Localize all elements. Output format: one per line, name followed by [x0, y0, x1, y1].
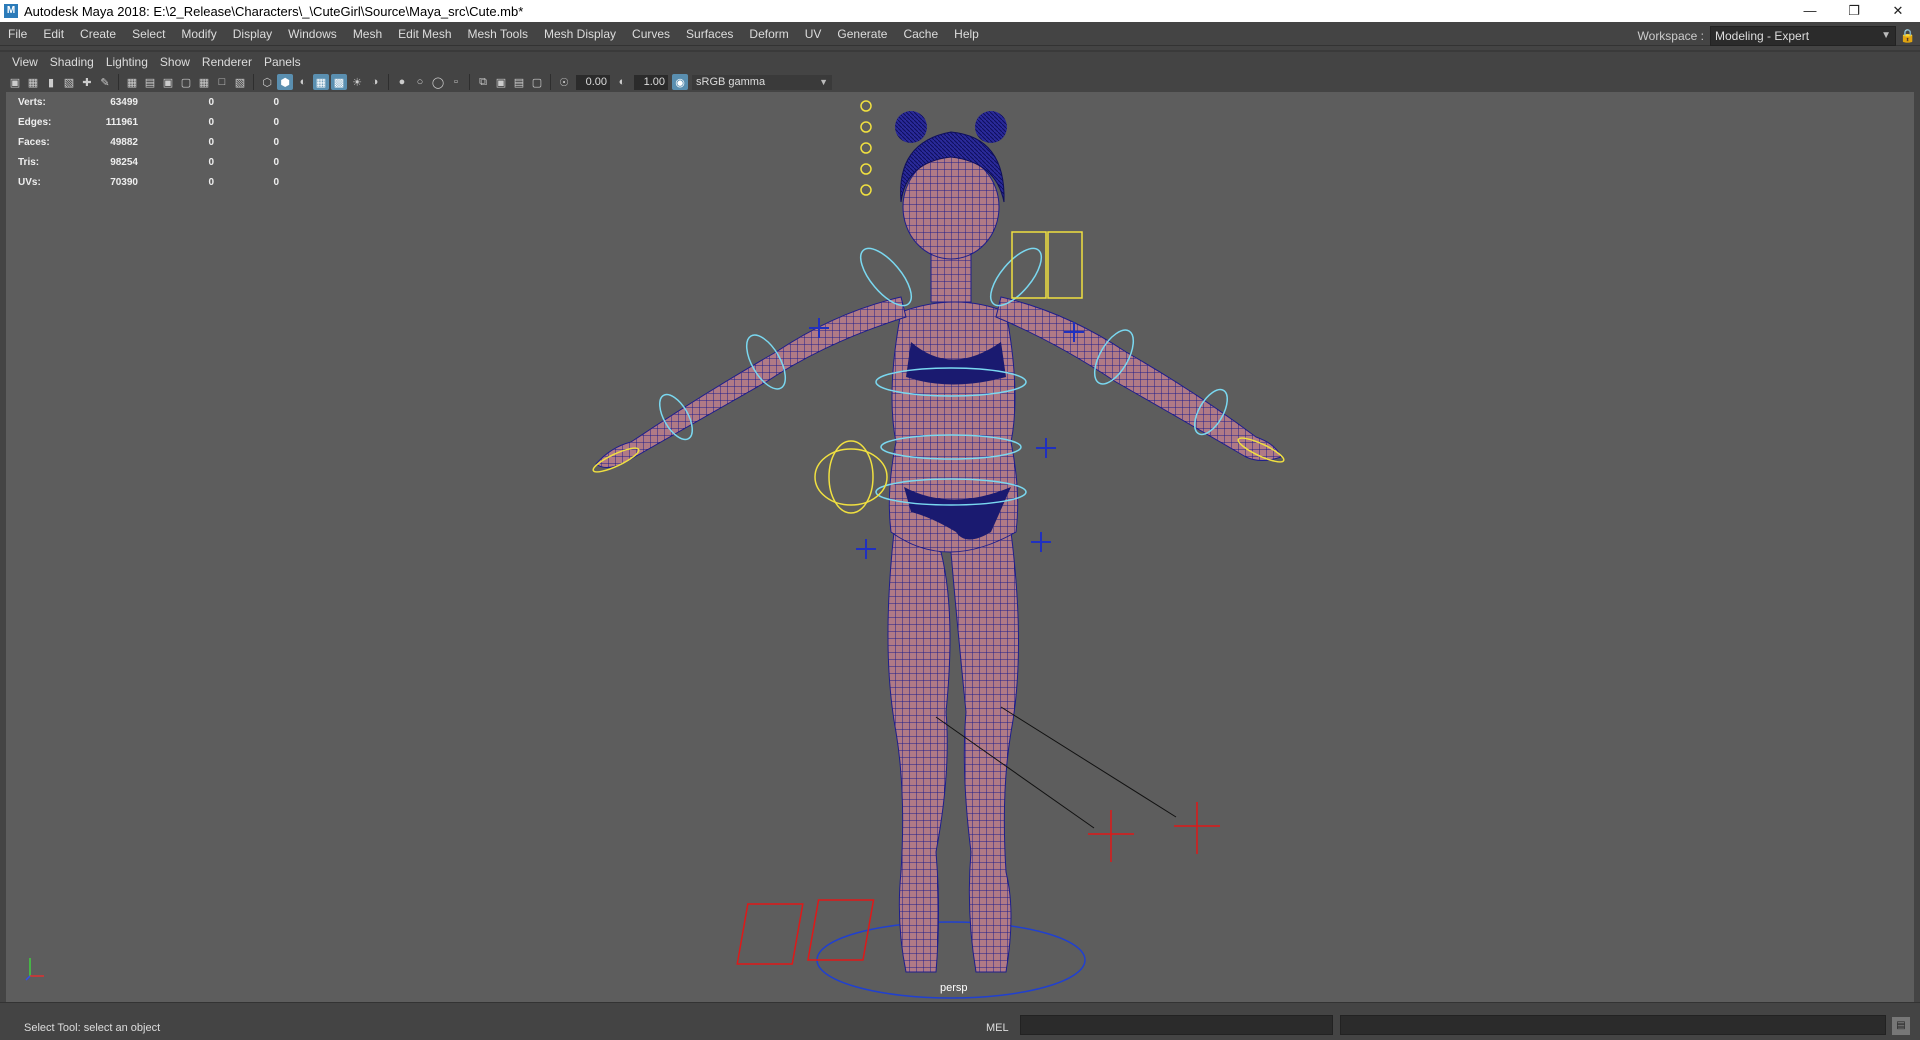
axis-gizmo [25, 958, 44, 981]
shadows-icon[interactable]: ◑ [367, 74, 383, 90]
mel-toggle-button[interactable]: MEL [986, 1022, 1009, 1034]
grid-icon[interactable]: ▦ [124, 74, 140, 90]
command-line-bar: Select Tool: select an object MEL ▤ [0, 1002, 1920, 1040]
lock-icon[interactable]: 🔒 [1896, 28, 1920, 44]
menu-help[interactable]: Help [946, 22, 987, 46]
menu-edit[interactable]: Edit [35, 22, 72, 46]
help-line-text: Select Tool: select an object [24, 1022, 161, 1034]
toolbar-divider [388, 74, 389, 90]
command-input-field[interactable] [1020, 1015, 1333, 1035]
grease-pencil-icon[interactable]: ✎ [97, 74, 113, 90]
camera-name-label: persp [940, 982, 968, 994]
panel-menu-renderer[interactable]: Renderer [196, 55, 258, 69]
menu-mesh-tools[interactable]: Mesh Tools [460, 22, 536, 46]
motion-blur-icon[interactable]: ○ [412, 74, 428, 90]
command-result-field [1340, 1015, 1886, 1035]
color-management-icon[interactable]: ◉ [672, 74, 688, 90]
left-leg-mesh [887, 531, 951, 973]
menu-surfaces[interactable]: Surfaces [678, 22, 741, 46]
menu-curves[interactable]: Curves [624, 22, 678, 46]
chevron-down-icon: ▼ [1881, 30, 1891, 41]
panel-menubar: View Shading Lighting Show Renderer Pane… [6, 53, 1914, 71]
gamma-icon[interactable]: ◐ [614, 74, 630, 90]
xray-active-icon[interactable]: ▤ [511, 74, 527, 90]
xray-icon[interactable]: ▣ [493, 74, 509, 90]
use-all-lights-icon[interactable]: ☀ [349, 74, 365, 90]
menu-mesh-display[interactable]: Mesh Display [536, 22, 624, 46]
panel-menu-lighting[interactable]: Lighting [100, 55, 154, 69]
hair-bun-left [895, 111, 927, 143]
workspace-area: Workspace : Modeling - Expert ▼ 🔒 [1638, 22, 1920, 50]
menu-cache[interactable]: Cache [895, 22, 946, 46]
safe-title-icon[interactable]: ▧ [232, 74, 248, 90]
menu-edit-mesh[interactable]: Edit Mesh [390, 22, 459, 46]
wireframe-icon[interactable]: ⬡ [259, 74, 275, 90]
menu-file[interactable]: File [0, 22, 35, 46]
close-icon[interactable]: ✕ [1876, 0, 1920, 22]
exposure-field[interactable]: 0.00 [576, 74, 610, 90]
panel-menu-show[interactable]: Show [154, 55, 196, 69]
main-menubar: File Edit Create Select Modify Display W… [0, 22, 1920, 46]
menu-modify[interactable]: Modify [173, 22, 224, 46]
menu-mesh[interactable]: Mesh [345, 22, 390, 46]
film-gate-icon[interactable]: ▤ [142, 74, 158, 90]
default-material-icon[interactable]: ◐ [295, 74, 311, 90]
minimize-icon[interactable]: — [1788, 0, 1832, 22]
head-mesh [902, 154, 1000, 260]
menu-create[interactable]: Create [72, 22, 124, 46]
hair-bun-right [975, 111, 1007, 143]
left-arm-mesh [595, 296, 907, 468]
title-bar: M Autodesk Maya 2018: E:\2_Release\Chara… [0, 0, 1920, 22]
toolbar-divider [550, 74, 551, 90]
workspace-value: Modeling - Expert [1715, 29, 1810, 43]
color-space-value: sRGB gamma [696, 75, 766, 88]
bookmark-icon[interactable]: ▮ [43, 74, 59, 90]
divider [0, 50, 1920, 52]
right-leg-mesh [950, 531, 1019, 973]
maya-app-icon: M [4, 4, 18, 18]
panel-menu-shading[interactable]: Shading [44, 55, 100, 69]
panel-menu-panels[interactable]: Panels [258, 55, 307, 69]
script-editor-icon[interactable]: ▤ [1892, 1017, 1910, 1035]
chevron-down-icon: ▼ [819, 76, 828, 87]
2d-pan-zoom-icon[interactable]: ✚ [79, 74, 95, 90]
multisample-aa-icon[interactable]: ◯ [430, 74, 446, 90]
menu-uv[interactable]: UV [797, 22, 830, 46]
safe-action-icon[interactable]: □ [214, 74, 230, 90]
right-arm-mesh [995, 296, 1282, 461]
depth-of-field-icon[interactable]: ▫ [448, 74, 464, 90]
menu-windows[interactable]: Windows [280, 22, 345, 46]
workspace-select[interactable]: Modeling - Expert ▼ [1710, 26, 1896, 46]
toolbar-divider [469, 74, 470, 90]
toolbar-divider [118, 74, 119, 90]
screen-space-ao-icon[interactable]: ● [394, 74, 410, 90]
exposure-icon[interactable]: ☉ [556, 74, 572, 90]
gamma-field[interactable]: 1.00 [634, 74, 668, 90]
textured-icon[interactable]: ▩ [331, 74, 347, 90]
color-space-select[interactable]: sRGB gamma ▼ [692, 74, 832, 90]
smooth-shade-icon[interactable]: ⬢ [277, 74, 293, 90]
persp-viewport[interactable]: Verts: 63499 0 0 Edges: 111961 0 0 Faces… [6, 92, 1914, 1002]
workspace-label: Workspace : [1637, 29, 1704, 43]
wireframe-on-shaded-icon[interactable]: ▦ [313, 74, 329, 90]
gate-mask-icon[interactable]: ▢ [178, 74, 194, 90]
camera-select-icon[interactable]: ▣ [7, 74, 23, 90]
resolution-gate-icon[interactable]: ▣ [160, 74, 176, 90]
character-rig[interactable] [6, 92, 1914, 1002]
xray-joints-icon[interactable]: ▢ [529, 74, 545, 90]
restore-icon[interactable]: ❐ [1832, 0, 1876, 22]
isolate-select-icon[interactable]: ⧉ [475, 74, 491, 90]
window-title: Autodesk Maya 2018: E:\2_Release\Charact… [24, 3, 524, 19]
menu-deform[interactable]: Deform [741, 22, 796, 46]
menu-generate[interactable]: Generate [829, 22, 895, 46]
menu-display[interactable]: Display [225, 22, 280, 46]
panel-menu-view[interactable]: View [6, 55, 44, 69]
image-plane-icon[interactable]: ▧ [61, 74, 77, 90]
toolbar-divider [253, 74, 254, 90]
view-axis-indicator [24, 952, 54, 987]
camera-attributes-icon[interactable]: ▦ [25, 74, 41, 90]
panel-toolbar: ▣ ▦ ▮ ▧ ✚ ✎ ▦ ▤ ▣ ▢ ▦ □ ▧ ⬡ ⬢ ◐ ▦ ▩ ☀ ◑ … [6, 72, 1914, 92]
field-chart-icon[interactable]: ▦ [196, 74, 212, 90]
menu-select[interactable]: Select [124, 22, 173, 46]
